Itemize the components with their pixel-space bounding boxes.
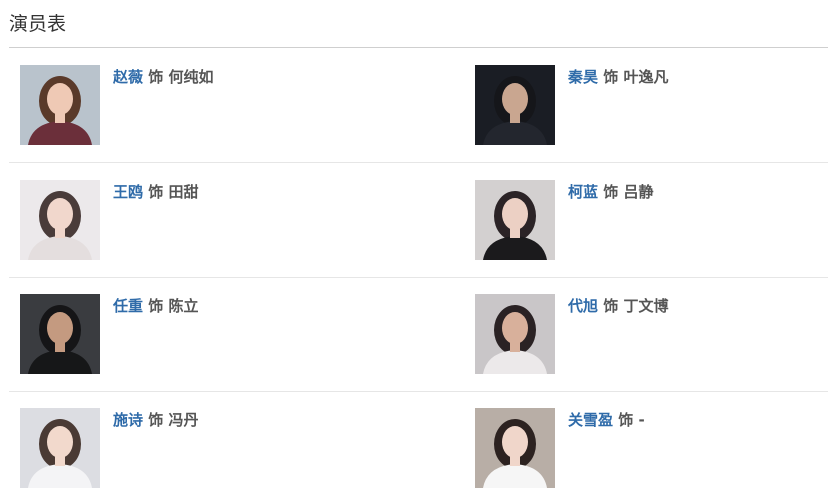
cast-item: 秦昊 饰 叶逸凡 xyxy=(475,65,805,145)
cast-caption: 关雪盈 饰 - xyxy=(568,410,645,430)
actor-name-link[interactable]: 赵薇 xyxy=(113,68,143,86)
role-prefix: 饰 xyxy=(618,411,634,429)
cast-item: 施诗 饰 冯丹 xyxy=(20,408,350,488)
role-name: 冯丹 xyxy=(168,411,199,429)
role-name: - xyxy=(638,411,645,429)
actor-name-link[interactable]: 任重 xyxy=(113,297,143,315)
actor-photo[interactable] xyxy=(20,294,100,374)
title-divider xyxy=(9,47,828,48)
cast-caption: 赵薇 饰 何纯如 xyxy=(113,67,214,87)
actor-photo[interactable] xyxy=(475,408,555,488)
cast-list-title: 演员表 xyxy=(9,13,67,35)
actor-name-link[interactable]: 柯蓝 xyxy=(568,183,598,201)
cast-item: 柯蓝 饰 吕静 xyxy=(475,180,805,260)
role-name: 田甜 xyxy=(168,183,199,201)
actor-photo[interactable] xyxy=(20,65,100,145)
role-name: 陈立 xyxy=(168,297,199,315)
cast-caption: 柯蓝 饰 吕静 xyxy=(568,182,654,202)
cast-caption: 施诗 饰 冯丹 xyxy=(113,410,199,430)
role-prefix: 饰 xyxy=(603,183,619,201)
cast-item: 赵薇 饰 何纯如 xyxy=(20,65,350,145)
actor-name-link[interactable]: 代旭 xyxy=(568,297,598,315)
actor-photo[interactable] xyxy=(475,65,555,145)
actor-photo[interactable] xyxy=(475,294,555,374)
actor-name-link[interactable]: 王鸥 xyxy=(113,183,143,201)
actor-photo[interactable] xyxy=(475,180,555,260)
row-divider xyxy=(9,277,828,278)
cast-caption: 任重 饰 陈立 xyxy=(113,296,199,316)
role-prefix: 饰 xyxy=(603,68,619,86)
role-prefix: 饰 xyxy=(148,183,164,201)
role-prefix: 饰 xyxy=(148,411,164,429)
role-prefix: 饰 xyxy=(603,297,619,315)
row-divider xyxy=(9,162,828,163)
cast-caption: 代旭 饰 丁文博 xyxy=(568,296,669,316)
cast-item: 任重 饰 陈立 xyxy=(20,294,350,374)
row-divider xyxy=(9,391,828,392)
role-name: 叶逸凡 xyxy=(623,68,669,86)
cast-item: 代旭 饰 丁文博 xyxy=(475,294,805,374)
role-prefix: 饰 xyxy=(148,297,164,315)
actor-name-link[interactable]: 施诗 xyxy=(113,411,143,429)
role-name: 丁文博 xyxy=(623,297,669,315)
cast-caption: 王鸥 饰 田甜 xyxy=(113,182,199,202)
actor-name-link[interactable]: 关雪盈 xyxy=(568,411,613,429)
actor-photo[interactable] xyxy=(20,180,100,260)
actor-name-link[interactable]: 秦昊 xyxy=(568,68,598,86)
cast-item: 关雪盈 饰 - xyxy=(475,408,805,488)
cast-item: 王鸥 饰 田甜 xyxy=(20,180,350,260)
role-name: 吕静 xyxy=(623,183,654,201)
cast-caption: 秦昊 饰 叶逸凡 xyxy=(568,67,669,87)
actor-photo[interactable] xyxy=(20,408,100,488)
role-name: 何纯如 xyxy=(168,68,214,86)
role-prefix: 饰 xyxy=(148,68,164,86)
